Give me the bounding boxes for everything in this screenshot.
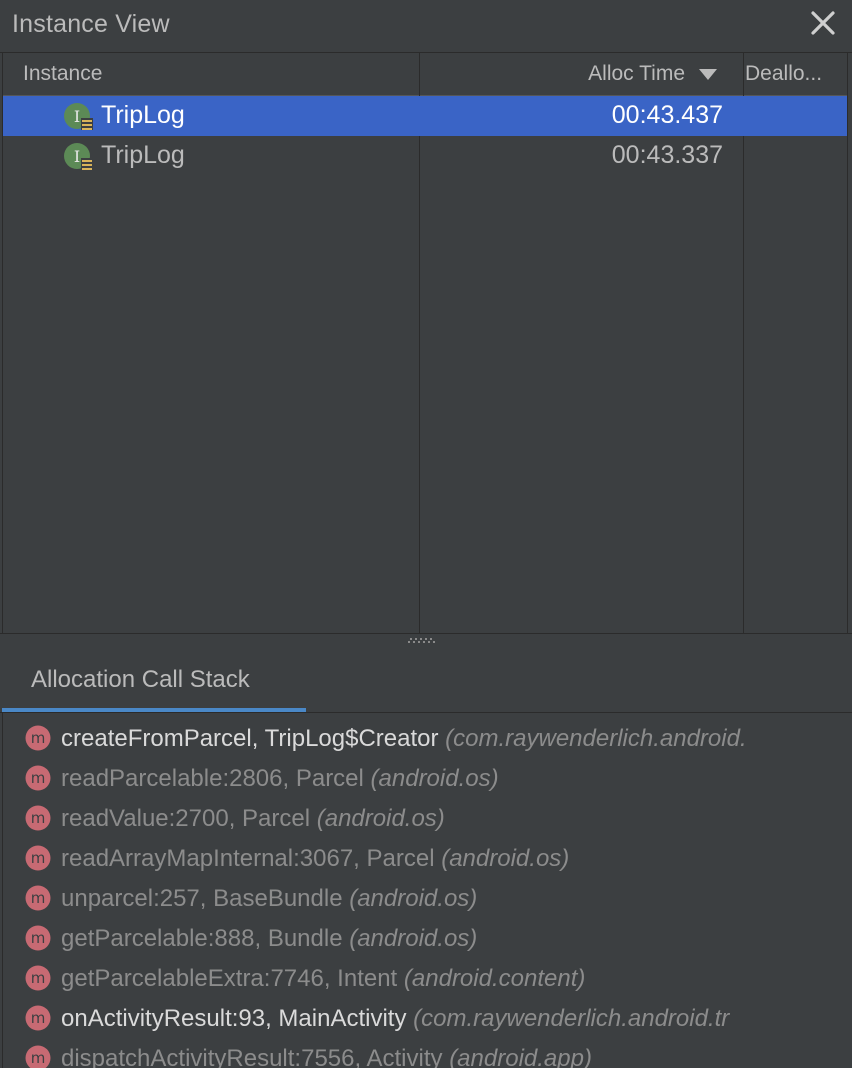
frame-method: dispatchActivityResult:7556, Activity — [61, 1045, 443, 1068]
frame-package: (com.raywenderlich.android. — [445, 725, 747, 752]
svg-text:I: I — [74, 107, 80, 126]
frame-text: getParcelableExtra:7746, Intent (android… — [61, 965, 585, 993]
frame-text: readParcelable:2806, Parcel (android.os) — [61, 765, 499, 793]
svg-text:m: m — [31, 729, 46, 747]
svg-text:m: m — [31, 809, 46, 827]
frame-package: (android.os) — [349, 925, 478, 952]
frame-text: unparcel:257, BaseBundle (android.os) — [61, 885, 477, 913]
method-icon: m — [25, 805, 51, 831]
column-header-instance[interactable]: Instance — [23, 53, 102, 95]
frame-package: (android.app) — [449, 1045, 592, 1068]
list-item[interactable]: m readValue:2700, Parcel (android.os) — [3, 793, 849, 833]
list-item[interactable]: m unparcel:257, BaseBundle (android.os) — [3, 873, 849, 913]
frame-text: getParcelable:888, Bundle (android.os) — [61, 925, 477, 953]
alloc-time-label: Alloc Time — [588, 62, 685, 85]
call-stack-list: m createFromParcel, TripLog$Creator (com… — [2, 713, 849, 1068]
alloc-time-value: 00:43.437 — [611, 101, 723, 129]
frame-method: readValue:2700, Parcel — [61, 805, 311, 832]
bottom-tab-bar: Allocation Call Stack — [0, 646, 852, 713]
frame-method: createFromParcel, TripLog$Creator — [61, 725, 439, 752]
svg-text:m: m — [31, 769, 46, 787]
frame-text: createFromParcel, TripLog$Creator (com.r… — [61, 725, 747, 753]
svg-text:m: m — [31, 969, 46, 987]
frame-package: (com.raywenderlich.android.tr — [413, 1005, 730, 1032]
frame-package: (android.content) — [403, 965, 586, 992]
title-bar: Instance View — [0, 0, 852, 53]
frame-method: onActivityResult:93, MainActivity — [61, 1005, 407, 1032]
instance-table: Instance Alloc Time Deallo... I TripLog … — [2, 53, 848, 633]
instance-rows: I TripLog 00:43.437 I TripLog 00:43.337 — [3, 96, 847, 176]
frame-text: dispatchActivityResult:7556, Activity (a… — [61, 1045, 592, 1068]
svg-text:m: m — [31, 929, 46, 947]
method-icon: m — [25, 1045, 51, 1068]
frame-text: readArrayMapInternal:3067, Parcel (andro… — [61, 845, 569, 873]
instance-name: TripLog — [101, 141, 185, 169]
splitter-handle[interactable] — [0, 633, 852, 647]
frame-package: (android.os) — [349, 885, 478, 912]
svg-text:m: m — [31, 889, 46, 907]
table-row[interactable]: I TripLog 00:43.437 — [3, 96, 847, 136]
column-header-dealloc-time[interactable]: Deallo... — [745, 53, 822, 95]
frame-method: readParcelable:2806, Parcel — [61, 765, 364, 792]
instance-class-icon: I — [64, 143, 93, 170]
active-tab-indicator — [2, 708, 306, 712]
method-icon: m — [25, 885, 51, 911]
method-icon: m — [25, 925, 51, 951]
svg-text:m: m — [31, 849, 46, 867]
frame-text: readValue:2700, Parcel (android.os) — [61, 805, 445, 833]
list-item[interactable]: m getParcelableExtra:7746, Intent (andro… — [3, 953, 849, 993]
frame-text: onActivityResult:93, MainActivity (com.r… — [61, 1005, 729, 1033]
instance-name: TripLog — [101, 101, 185, 129]
frame-package: (android.os) — [370, 765, 499, 792]
instance-class-icon: I — [64, 103, 93, 130]
table-header: Instance Alloc Time Deallo... — [3, 53, 847, 96]
tab-label: Allocation Call Stack — [31, 666, 250, 693]
svg-text:I: I — [74, 147, 80, 166]
svg-text:m: m — [31, 1009, 46, 1027]
panel-title: Instance View — [12, 10, 170, 38]
list-item[interactable]: m readArrayMapInternal:3067, Parcel (and… — [3, 833, 849, 873]
frame-method: getParcelable:888, Bundle — [61, 925, 343, 952]
list-item[interactable]: m createFromParcel, TripLog$Creator (com… — [3, 713, 849, 753]
column-header-alloc-time[interactable]: Alloc Time — [423, 53, 741, 95]
frame-method: readArrayMapInternal:3067, Parcel — [61, 845, 435, 872]
frame-package: (android.os) — [316, 805, 445, 832]
frame-package: (android.os) — [441, 845, 570, 872]
table-row[interactable]: I TripLog 00:43.337 — [3, 136, 847, 176]
list-item[interactable]: m onActivityResult:93, MainActivity (com… — [3, 993, 849, 1033]
method-icon: m — [25, 845, 51, 871]
close-icon — [811, 11, 835, 35]
drag-grip-icon — [408, 638, 435, 643]
list-item[interactable]: m dispatchActivityResult:7556, Activity … — [3, 1033, 849, 1068]
tab-allocation-call-stack[interactable]: Allocation Call Stack — [2, 646, 306, 712]
close-button[interactable] — [808, 8, 838, 38]
list-item[interactable]: m readParcelable:2806, Parcel (android.o… — [3, 753, 849, 793]
method-icon: m — [25, 765, 51, 791]
list-item[interactable]: m getParcelable:888, Bundle (android.os) — [3, 913, 849, 953]
svg-text:m: m — [31, 1049, 46, 1067]
instance-view-panel: Instance View Instance Alloc Time Deallo… — [0, 0, 852, 1068]
method-icon: m — [25, 725, 51, 751]
sort-descending-icon — [699, 69, 717, 80]
frame-method: unparcel:257, BaseBundle — [61, 885, 343, 912]
method-icon: m — [25, 965, 51, 991]
alloc-time-value: 00:43.337 — [611, 141, 723, 169]
method-icon: m — [25, 1005, 51, 1031]
frame-method: getParcelableExtra:7746, Intent — [61, 965, 398, 992]
